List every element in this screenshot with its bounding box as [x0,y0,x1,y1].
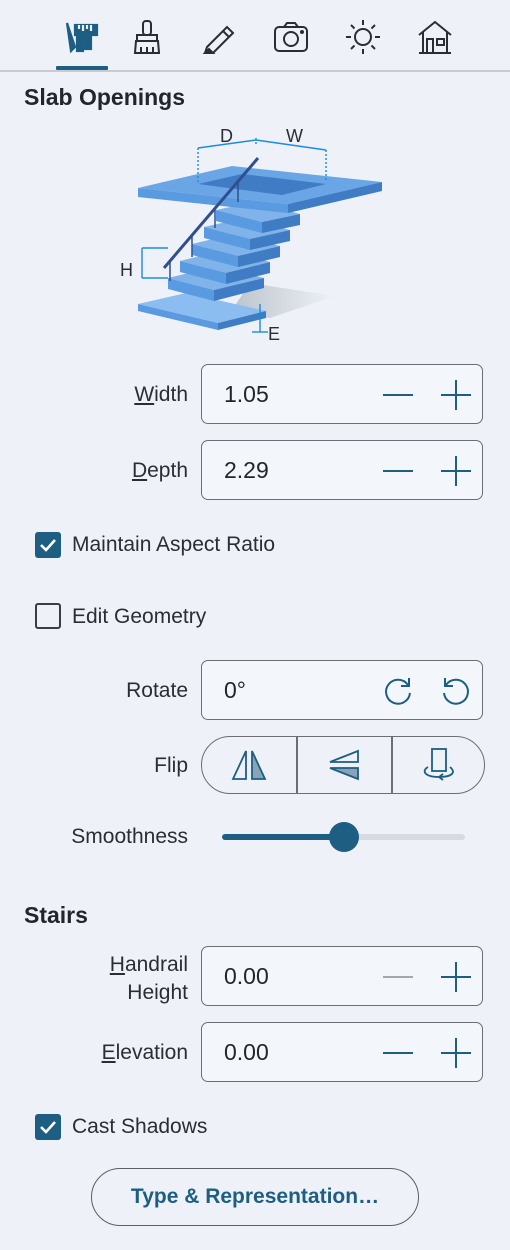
handrail-increment-button[interactable] [436,957,476,997]
measure-tools-icon[interactable] [56,12,106,62]
width-increment-button[interactable] [436,375,476,415]
sun-icon[interactable] [338,12,388,62]
minus-icon [383,1052,413,1054]
plus-icon [441,1038,471,1068]
type-representation-button[interactable]: Type & Representation… [91,1168,419,1226]
slab-openings-title: Slab Openings [24,84,186,110]
check-icon [40,1121,56,1134]
brush-icon[interactable] [122,12,172,62]
check-icon [40,539,56,552]
depth-value[interactable]: 2.29 [224,457,269,484]
elevation-decrement-button[interactable] [378,1033,418,1073]
width-field[interactable]: 1.05 [201,364,483,424]
elevation-increment-button[interactable] [436,1033,476,1073]
elevation-label: Elevation [101,1041,188,1064]
handrail-decrement-button[interactable] [378,957,418,997]
rotate-ccw-icon [443,678,469,705]
flip-buttons [201,736,485,794]
rotate-field[interactable]: 0° [201,660,483,720]
stairs-title: Stairs [24,902,88,928]
rotate-label: Rotate [126,679,188,702]
minus-icon [383,976,413,978]
elevation-value[interactable]: 0.00 [224,1039,269,1066]
depth-field[interactable]: 2.29 [201,440,483,500]
slab-opening-diagram: D W H E [120,126,382,344]
camera-icon[interactable] [266,12,316,62]
flip-horizontal-button[interactable] [202,737,296,793]
smoothness-slider[interactable] [222,822,465,852]
active-tab-indicator [56,66,108,70]
smoothness-slider-thumb[interactable] [328,822,359,852]
handrail-height-value[interactable]: 0.00 [224,963,269,990]
flip-horizontal-icon [231,750,267,780]
width-value[interactable]: 1.05 [224,381,269,408]
pencil-icon[interactable] [194,12,244,62]
maintain-aspect-checkbox[interactable] [35,532,61,558]
minus-icon [383,470,413,472]
elevation-field[interactable]: 0.00 [201,1022,483,1082]
dimension-d-label: D [220,126,233,146]
width-decrement-button[interactable] [378,375,418,415]
dimension-e-label: E [268,324,280,344]
house-icon[interactable] [410,12,460,62]
smoothness-label: Smoothness [71,825,188,848]
depth-label: Depth [131,459,188,482]
edit-geometry-label: Edit Geometry [72,605,207,628]
width-label: Width [134,383,188,406]
cast-shadows-checkbox[interactable] [35,1114,61,1140]
plus-icon [441,456,471,486]
rotate-counterclockwise-button[interactable] [436,671,476,711]
flip-rotate-button[interactable] [392,737,484,793]
maintain-aspect-label: Maintain Aspect Ratio [72,533,276,556]
flip-vertical-button[interactable] [297,737,391,793]
edit-geometry-checkbox[interactable] [35,603,61,629]
rotate-value[interactable]: 0° [224,677,246,704]
depth-decrement-button[interactable] [378,451,418,491]
flip-label: Flip [154,754,188,777]
dimension-h-label: H [120,260,133,280]
rotate-cw-icon [385,678,411,705]
smoothness-slider-fill [222,834,344,840]
handrail-height-field[interactable]: 0.00 [201,946,483,1006]
tool-tabs [0,0,510,72]
flip-3d-icon [423,748,454,781]
plus-icon [441,962,471,992]
plus-icon [441,380,471,410]
depth-increment-button[interactable] [436,451,476,491]
minus-icon [383,394,413,396]
cast-shadows-label: Cast Shadows [72,1115,208,1138]
handrail-height-label: Handrail Height [109,953,188,1004]
flip-vertical-icon [329,749,359,781]
rotate-clockwise-button[interactable] [378,671,418,711]
dimension-w-label: W [286,126,303,146]
